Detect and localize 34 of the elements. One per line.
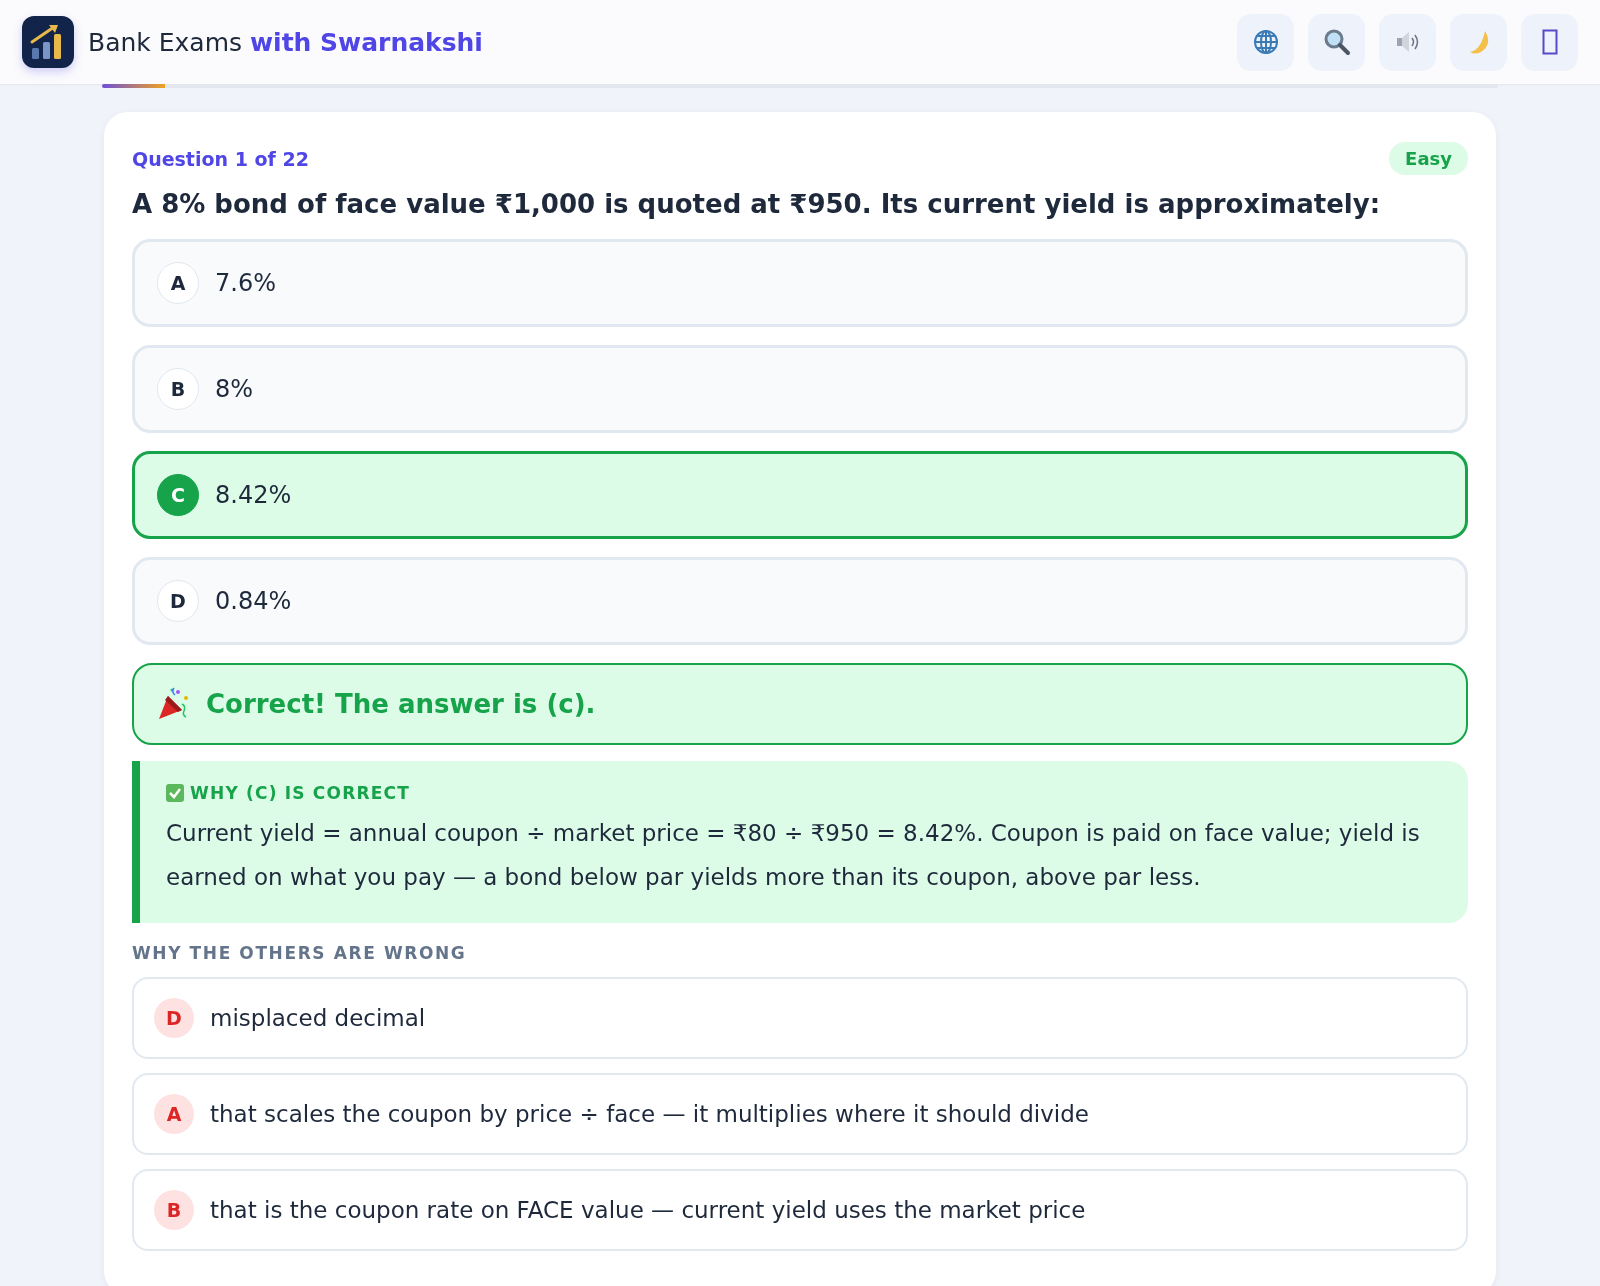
option-letter: D bbox=[154, 998, 194, 1038]
toolbar-button[interactable] bbox=[1237, 13, 1294, 71]
wrong-answer-reason: that scales the coupon by price ÷ face — it multiplies where it should divide bbox=[210, 1101, 1089, 1127]
option-letter: A bbox=[154, 1094, 194, 1134]
toolbar-button[interactable] bbox=[1308, 13, 1365, 71]
option-text: 0.84% bbox=[215, 587, 292, 615]
option-text: 8% bbox=[215, 375, 254, 403]
wrong-answer-reason: that is the coupon rate on FACE value — current yield uses the market price bbox=[210, 1197, 1086, 1223]
explanation-heading: WHY (C) IS CORRECT bbox=[190, 783, 411, 803]
option-letter: D bbox=[157, 580, 199, 622]
chart-logo-icon bbox=[22, 16, 74, 68]
option-text: 7.6% bbox=[215, 269, 276, 297]
option-letter: A bbox=[157, 262, 199, 304]
answer-option[interactable]: A 7.6% bbox=[132, 239, 1468, 327]
answer-option[interactable]: B 8% bbox=[132, 345, 1468, 433]
result-message: Correct! The answer is (c). bbox=[206, 689, 596, 719]
option-letter: B bbox=[157, 368, 199, 410]
question-counter: Question 1 of 22 bbox=[132, 147, 309, 170]
wrong-answer-reason: misplaced decimal bbox=[210, 1005, 426, 1031]
toolbar-button[interactable] bbox=[1521, 13, 1578, 71]
option-text: 8.42% bbox=[215, 481, 292, 509]
check-icon bbox=[166, 784, 184, 802]
placeholder-glyph-icon bbox=[1541, 29, 1558, 55]
site-title: Bank Exams with Swarnakshi bbox=[88, 27, 483, 57]
option-letter: C bbox=[157, 474, 199, 516]
question-text: A 8% bond of face value ₹1,000 is quoted at ₹950. Its current yield is approximately: bbox=[132, 189, 1382, 219]
section-heading: WHY THE OTHERS ARE WRONG bbox=[132, 943, 468, 963]
difficulty-badge: Easy bbox=[1389, 142, 1468, 175]
search-icon bbox=[1322, 28, 1351, 56]
option-letter: B bbox=[154, 1190, 194, 1230]
answer-option[interactable]: C 8.42% bbox=[132, 451, 1468, 539]
explanation-text: Current yield = annual coupon ÷ market price = ₹80 ÷ ₹950 = 8.42%. Coupon is paid on face value; yield is earned on what you pay — a bond below par yields more than its coupon, above par less. bbox=[166, 819, 1421, 892]
answer-option[interactable]: D 0.84% bbox=[132, 557, 1468, 645]
globe-icon bbox=[1251, 28, 1280, 56]
